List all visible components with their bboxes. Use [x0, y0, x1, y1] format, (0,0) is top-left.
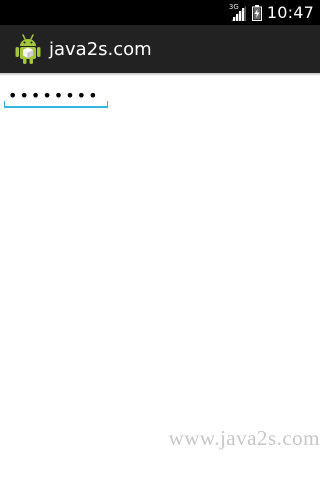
password-field-underline	[4, 106, 108, 108]
watermark: www.java2s.com	[168, 426, 320, 450]
signal-icon	[230, 5, 246, 21]
android-icon[interactable]	[14, 33, 42, 65]
action-bar: java2s.com	[0, 25, 320, 73]
status-bar: 3G 10:47	[0, 0, 320, 25]
password-field[interactable]	[4, 82, 108, 108]
password-field-underline-right-tick	[107, 101, 108, 107]
signal-indicator: 3G	[229, 3, 247, 22]
action-bar-shadow	[0, 73, 320, 76]
status-clock: 10:47	[266, 3, 314, 22]
app-title: java2s.com	[49, 38, 152, 60]
status-icons: 3G 10:47	[229, 0, 314, 25]
battery-icon	[251, 4, 262, 21]
